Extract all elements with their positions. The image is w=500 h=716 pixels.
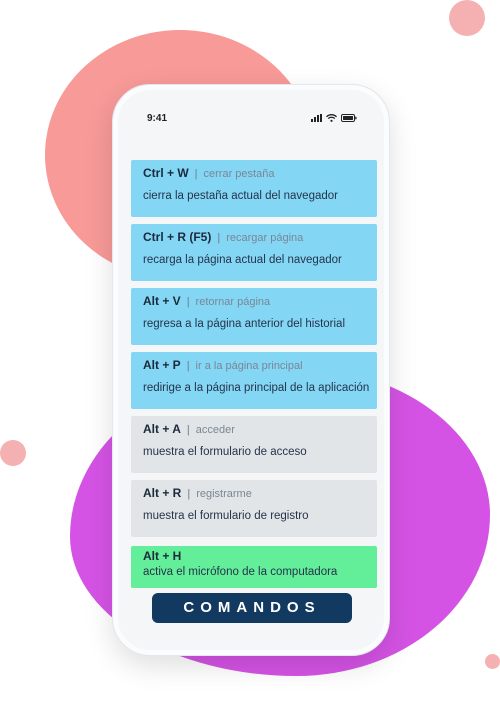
shortcut-key: Alt + A	[143, 422, 181, 436]
separator: |	[186, 360, 190, 372]
separator: |	[186, 424, 190, 436]
separator: |	[217, 232, 221, 244]
pink-dot-decoration	[449, 0, 485, 36]
separator: |	[194, 168, 198, 180]
shortcut-key: Ctrl + W	[143, 166, 189, 180]
pink-dot-decoration	[0, 440, 26, 466]
shortcut-description: muestra el formulario de registro	[143, 510, 309, 522]
command-card-alt-v: Alt + V | retornar página regresa a la p…	[131, 288, 377, 345]
shortcut-key: Alt + V	[143, 294, 181, 308]
shortcut-key: Alt + P	[143, 358, 181, 372]
page-canvas: 9:41 Ctrl + W | cerrar pestaña cierra la…	[0, 0, 500, 716]
wifi-icon	[326, 114, 337, 122]
shortcut-key: Alt + R	[143, 486, 182, 500]
status-bar: 9:41	[113, 113, 389, 129]
shortcut-description: cierra la pestaña actual del navegador	[143, 190, 338, 202]
shortcut-description: muestra el formulario de acceso	[143, 446, 307, 458]
shortcut-action: registrarme	[196, 488, 252, 500]
shortcut-key: Alt + H	[143, 549, 182, 563]
separator: |	[186, 296, 190, 308]
battery-icon	[341, 114, 357, 122]
signal-icon	[311, 114, 322, 122]
status-time: 9:41	[147, 113, 168, 124]
command-card-alt-r: Alt + R | registrarme muestra el formula…	[131, 480, 377, 537]
status-icons	[311, 114, 357, 122]
separator: |	[187, 488, 191, 500]
shortcut-action: ir a la página principal	[195, 360, 303, 372]
command-card-alt-a: Alt + A | acceder muestra el formulario …	[131, 416, 377, 473]
command-card-alt-p: Alt + P | ir a la página principal redir…	[131, 352, 377, 409]
comandos-label: COMANDOS	[152, 593, 352, 623]
command-card-ctrl-w: Ctrl + W | cerrar pestaña cierra la pest…	[131, 160, 377, 217]
shortcut-action: cerrar pestaña	[203, 168, 275, 180]
command-card-alt-h: Alt + H activa el micrófono de la comput…	[131, 546, 377, 588]
shortcut-action: recargar página	[226, 232, 304, 244]
shortcut-description: regresa a la página anterior del histori…	[143, 318, 346, 330]
shortcut-key: Ctrl + R (F5)	[143, 230, 212, 244]
shortcut-description: activa el micrófono de la computadora	[143, 566, 338, 578]
phone-mockup: 9:41 Ctrl + W | cerrar pestaña cierra la…	[112, 84, 390, 656]
shortcut-description: recarga la página actual del navegador	[143, 254, 342, 266]
shortcut-description: redirige a la página principal de la apl…	[143, 382, 370, 394]
command-card-ctrl-r: Ctrl + R (F5) | recargar página recarga …	[131, 224, 377, 281]
pink-dot-decoration	[485, 654, 500, 669]
shortcut-action: retornar página	[195, 296, 271, 308]
shortcut-action: acceder	[195, 424, 235, 436]
